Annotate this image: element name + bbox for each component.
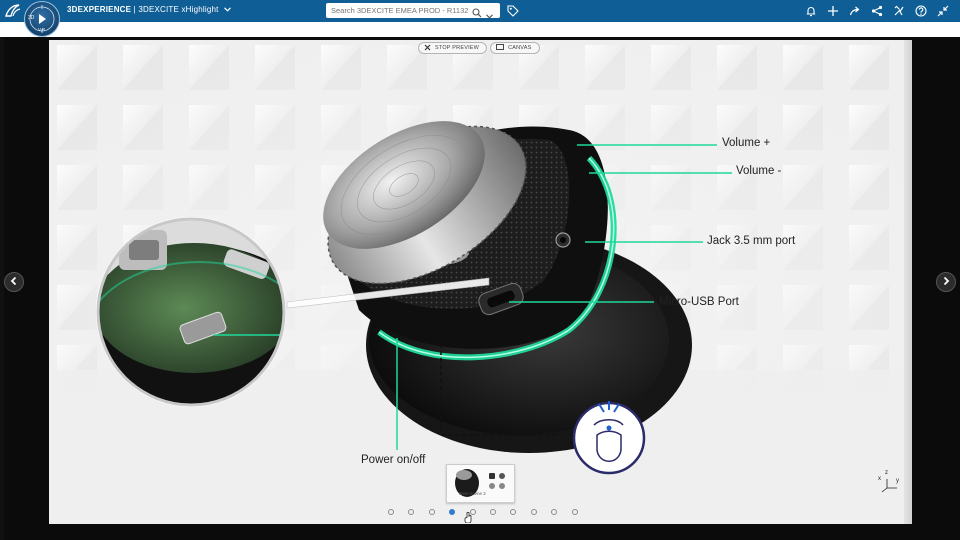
slide-pagination bbox=[388, 509, 578, 515]
app-title[interactable]: 3DEXPERIENCE | 3DEXCITE xHighlight bbox=[67, 5, 231, 14]
toolbar-icons bbox=[800, 3, 954, 19]
thumbnail-preview bbox=[455, 469, 505, 497]
tools-icon[interactable] bbox=[888, 3, 910, 19]
next-slide-button[interactable] bbox=[936, 272, 956, 292]
axis-x: x bbox=[878, 476, 881, 482]
network-icon[interactable] bbox=[866, 3, 888, 19]
preview-toolbar: STOP PREVIEW CANVAS bbox=[418, 42, 540, 54]
compass-label-3d: 3D bbox=[28, 15, 35, 21]
callout-usb-port: Micro-USB Port bbox=[659, 296, 739, 308]
axis-y: y bbox=[896, 478, 899, 484]
pagination-dot[interactable] bbox=[530, 509, 537, 515]
chevron-left-icon bbox=[9, 273, 19, 291]
pagination-dot[interactable] bbox=[388, 509, 394, 515]
stop-preview-button[interactable]: STOP PREVIEW bbox=[418, 42, 488, 54]
tag-icon[interactable] bbox=[507, 4, 519, 22]
thumbnail-label: New Scene 2 bbox=[459, 491, 486, 496]
compass-icon[interactable]: 3D V,R bbox=[24, 1, 60, 37]
search-box bbox=[326, 3, 500, 19]
callout-power: Power on/off bbox=[361, 454, 426, 466]
callout-volume-plus: Volume + bbox=[722, 137, 771, 149]
chevron-down-icon[interactable] bbox=[222, 5, 231, 14]
pagination-dot[interactable] bbox=[489, 509, 496, 515]
product-illustration bbox=[96, 121, 732, 475]
compass-label-vr: V,R bbox=[38, 27, 46, 32]
search-icon[interactable] bbox=[472, 5, 482, 23]
callout-jack-port: Jack 3.5 mm port bbox=[707, 235, 796, 247]
pagination-dot[interactable] bbox=[449, 509, 456, 515]
hand-cursor-icon bbox=[464, 510, 473, 528]
scene-thumbnail[interactable]: New Scene 2 bbox=[446, 464, 515, 503]
pagination-dot[interactable] bbox=[428, 509, 435, 515]
brand-name: 3DEXPERIENCE bbox=[67, 5, 132, 14]
viewer-edge bbox=[0, 37, 4, 540]
canvas-button[interactable]: CANVAS bbox=[490, 42, 540, 54]
slide-canvas[interactable] bbox=[49, 40, 912, 524]
pagination-dot[interactable] bbox=[551, 509, 558, 515]
callout-volume-minus: Volume - bbox=[736, 165, 782, 177]
ds-logo-icon[interactable] bbox=[4, 3, 22, 19]
search-input[interactable] bbox=[326, 3, 468, 18]
previous-slide-button[interactable] bbox=[4, 272, 24, 292]
bell-icon[interactable] bbox=[800, 3, 822, 19]
pagination-dot[interactable] bbox=[510, 509, 517, 515]
top-bar: 3DEXPERIENCE | 3DEXCITE xHighlight bbox=[0, 0, 960, 22]
help-icon[interactable] bbox=[910, 3, 932, 19]
chevron-right-icon bbox=[941, 273, 951, 291]
close-icon bbox=[424, 44, 431, 53]
collapse-icon[interactable] bbox=[932, 3, 954, 19]
axis-z: z bbox=[885, 470, 888, 476]
axis-labels: x z y bbox=[878, 470, 899, 484]
pagination-dot[interactable] bbox=[408, 509, 415, 515]
canvas-label: CANVAS bbox=[508, 45, 532, 51]
stop-preview-label: STOP PREVIEW bbox=[435, 45, 480, 51]
app-name: | 3DEXCITE xHighlight bbox=[131, 5, 219, 14]
plus-icon[interactable] bbox=[822, 3, 844, 19]
top-strip bbox=[0, 22, 960, 37]
canvas-icon bbox=[496, 44, 505, 52]
pagination-dot[interactable] bbox=[571, 509, 578, 515]
share-icon[interactable] bbox=[844, 3, 866, 19]
